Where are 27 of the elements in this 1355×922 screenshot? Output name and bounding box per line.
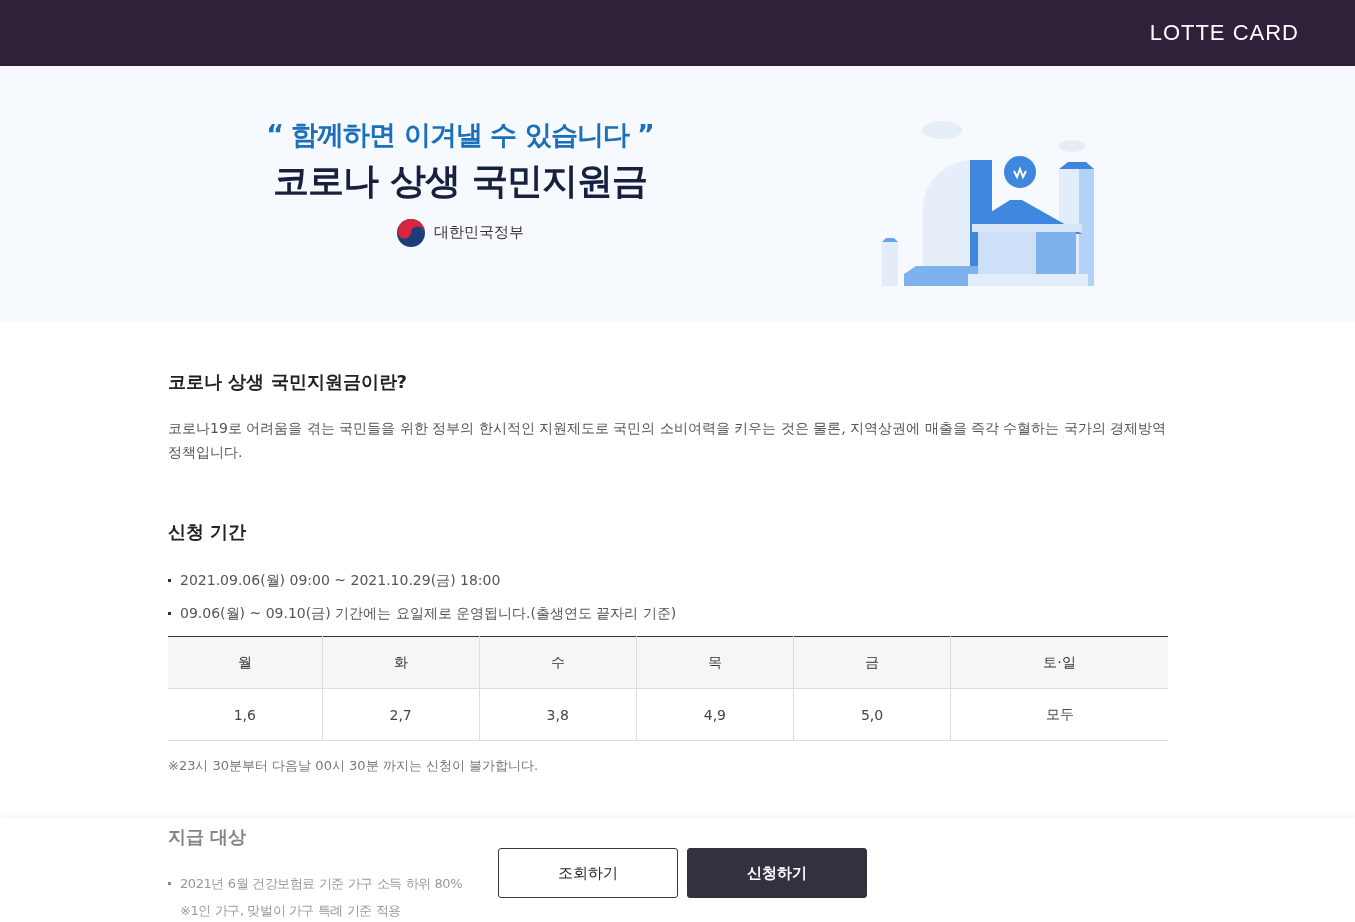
table-cell: 5,0	[793, 688, 951, 741]
emblem-icon	[396, 217, 426, 248]
table-header-cell: 수	[479, 636, 637, 689]
table-cell: 2,7	[322, 688, 480, 741]
section-heading: 지급 대상	[168, 825, 248, 849]
period-item: 2021.09.06(월) 09:00 ~ 2021.10.29(금) 18:00	[168, 564, 1168, 597]
inquiry-button[interactable]: 조회하기	[498, 848, 678, 898]
apply-button[interactable]: 신청하기	[687, 848, 867, 898]
section-heading: 신청 기간	[168, 520, 248, 544]
period-item: 09.06(월) ~ 09.10(금) 기간에는 요일제로 운영됩니다.(출생연도 끝자리 기준)	[168, 597, 1168, 630]
issuer-name: 대한민국정부	[434, 223, 524, 242]
section-heading: 코로나 상생 국민지원금이란?	[168, 370, 408, 394]
table-header-cell: 목	[636, 636, 794, 689]
table-header-cell: 월	[168, 636, 323, 689]
notice-text: ※23시 30분부터 다음날 00시 30분 까지는 신청이 불가합니다.	[168, 757, 540, 775]
table-cell: 1,6	[168, 688, 323, 741]
intro-paragraph: 코로나19로 어려움을 겪는 국민들을 위한 정부의 한시적인 지원제도로 국민의 소비여력을 키우는 것은 물론, 지역상권에 매출을 즉각 수혈하는 국가의 경제방역 정책입니다.	[168, 419, 1168, 462]
banner-title: 코로나 상생 국민지원금	[273, 158, 647, 203]
table-cell: 모두	[950, 688, 1168, 741]
table-cell: 4,9	[636, 688, 794, 741]
table-cell: 3,8	[479, 688, 637, 741]
table-header-cell: 금	[793, 636, 951, 689]
banner-slogan: “ 함께하면 이겨낼 수 있습니다 ”	[266, 117, 654, 152]
brand-logo[interactable]: LOTTE CARD	[1149, 20, 1299, 46]
table-header-cell: 토·일	[950, 636, 1168, 689]
eligibility-note: ※1인 가구, 맞벌이 가구 특례 기준 적용	[179, 902, 402, 920]
table-header-cell: 화	[322, 636, 480, 689]
